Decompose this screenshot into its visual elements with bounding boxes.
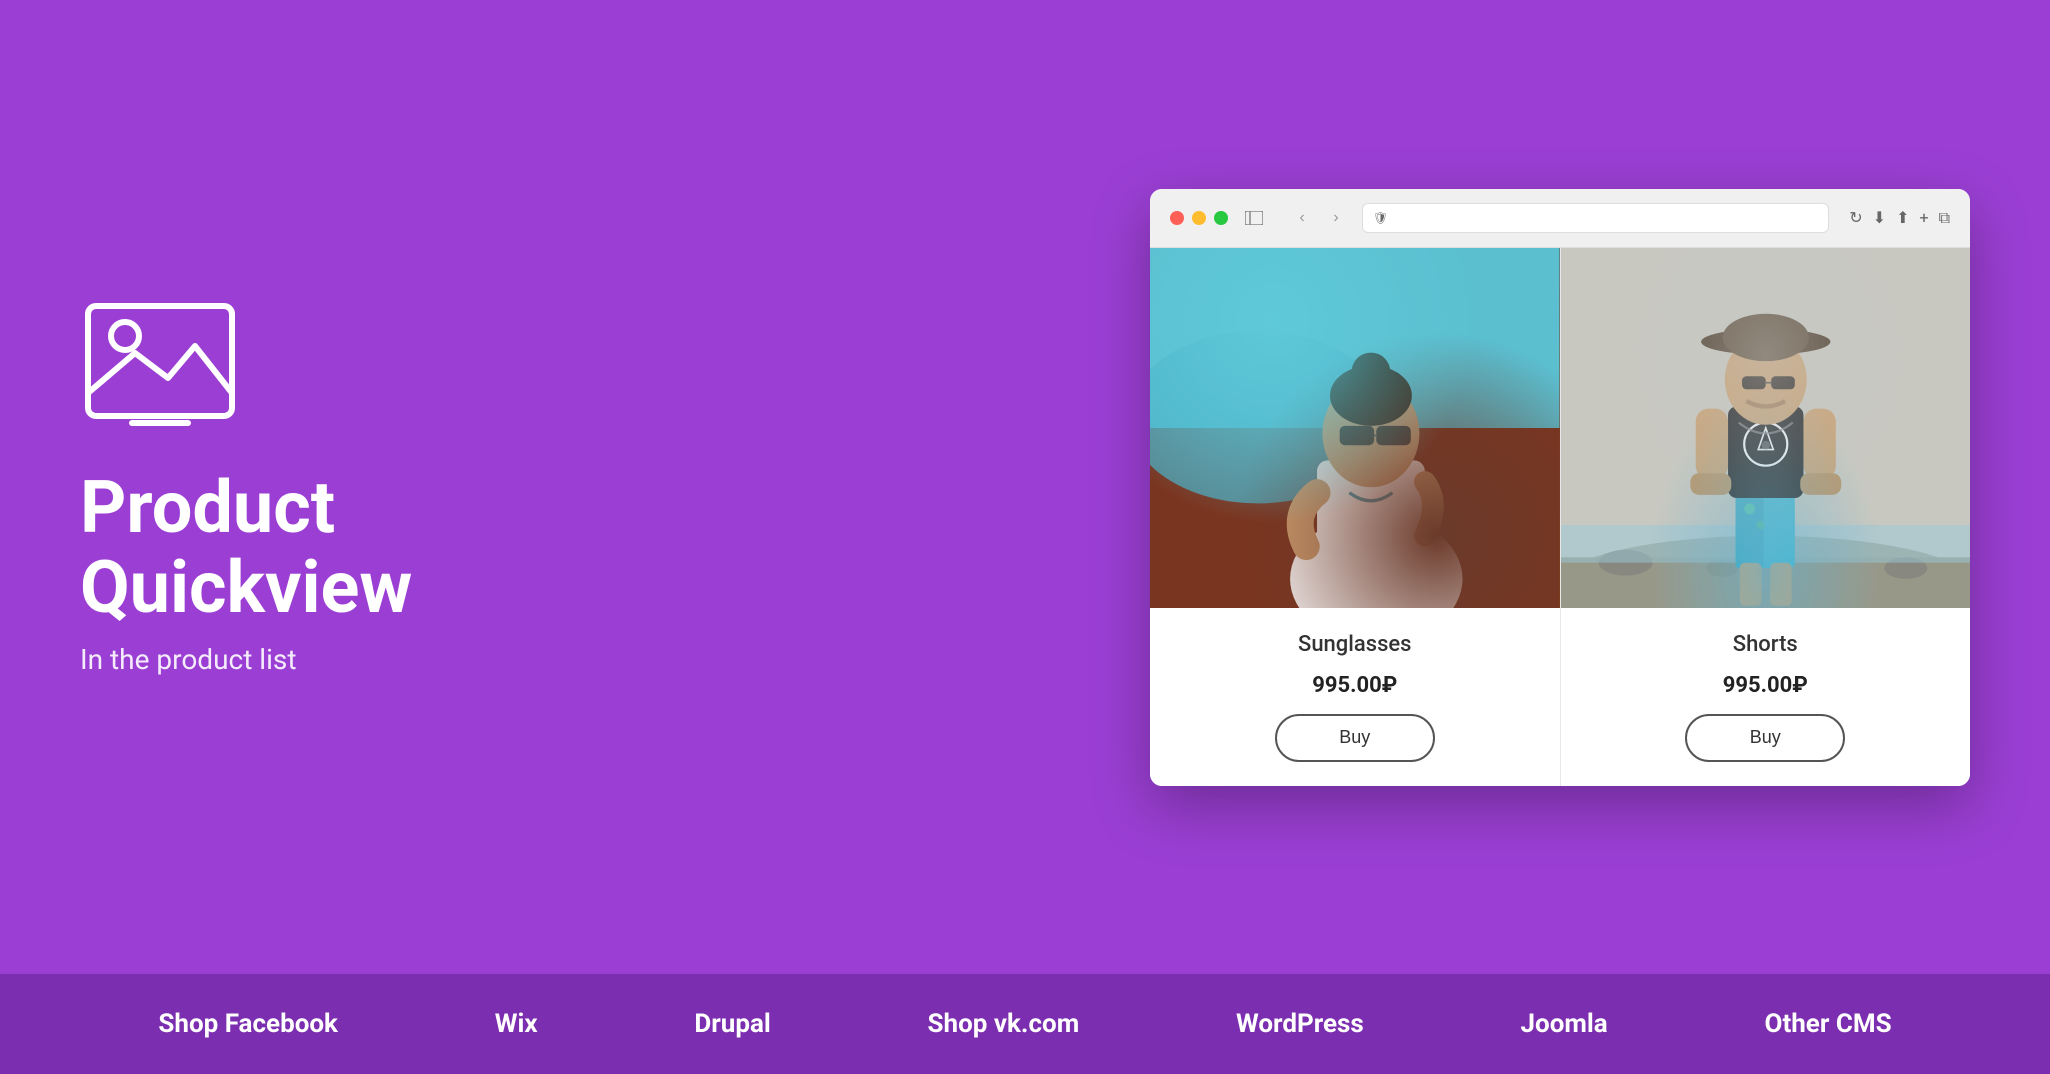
main-content: ProductQuickview In the product list ‹ › [0, 0, 2050, 974]
shield-icon: 🛡 [1373, 211, 1388, 225]
footer-nav-item-drupal[interactable]: Drupal [694, 1009, 770, 1039]
main-title: ProductQuickview [80, 468, 560, 626]
close-button-traffic-light[interactable] [1170, 211, 1184, 225]
maximize-button-traffic-light[interactable] [1214, 211, 1228, 225]
reload-icon[interactable]: ↻ [1849, 208, 1862, 227]
footer-nav-item-other-cms[interactable]: Other CMS [1765, 1009, 1892, 1039]
download-icon[interactable]: ⬇ [1873, 208, 1886, 227]
product-image-shorts [1561, 248, 1971, 608]
browser-toolbar: ‹ › 🛡 ↻ ⬇ ⬆ + ⧉ [1150, 189, 1970, 248]
subtitle: In the product list [80, 643, 560, 676]
footer-nav-item-shop-vkcom[interactable]: Shop vk.com [928, 1009, 1080, 1039]
duplicate-tab-icon[interactable]: ⧉ [1939, 208, 1950, 228]
buy-button-shorts[interactable]: Buy [1685, 714, 1845, 762]
left-panel: ProductQuickview In the product list [80, 298, 560, 675]
title-block: ProductQuickview In the product list [80, 468, 560, 675]
product-card-sunglasses: Sunglasses 995.00₽ Buy [1150, 248, 1561, 786]
share-icon[interactable]: ⬆ [1896, 208, 1909, 227]
traffic-lights [1170, 211, 1228, 225]
product-name-sunglasses: Sunglasses [1298, 632, 1412, 657]
footer-nav-item-shop-facebook[interactable]: Shop Facebook [158, 1009, 338, 1039]
minimize-button-traffic-light[interactable] [1192, 211, 1206, 225]
product-info-sunglasses: Sunglasses 995.00₽ Buy [1150, 608, 1560, 786]
footer-nav-item-wix[interactable]: Wix [495, 1009, 538, 1039]
footer-nav: Shop Facebook Wix Drupal Shop vk.com Wor… [0, 974, 2050, 1074]
browser-window: ‹ › 🛡 ↻ ⬇ ⬆ + ⧉ [1150, 189, 1970, 786]
footer-nav-item-wordpress[interactable]: WordPress [1236, 1009, 1364, 1039]
product-image-sunglasses [1150, 248, 1560, 608]
browser-content: Sunglasses 995.00₽ Buy [1150, 248, 1970, 786]
sidebar-toggle-icon[interactable] [1240, 204, 1268, 232]
nav-forward-button[interactable]: › [1322, 204, 1350, 232]
browser-actions: ↻ ⬇ ⬆ + ⧉ [1849, 208, 1950, 228]
product-name-shorts: Shorts [1733, 632, 1798, 657]
product-price-sunglasses: 995.00₽ [1312, 673, 1397, 698]
nav-back-button[interactable]: ‹ [1288, 204, 1316, 232]
add-tab-icon[interactable]: + [1919, 208, 1928, 227]
footer-nav-item-joomla[interactable]: Joomla [1521, 1009, 1608, 1039]
product-info-shorts: Shorts 995.00₽ Buy [1561, 608, 1971, 786]
product-price-shorts: 995.00₽ [1723, 673, 1808, 698]
product-card-shorts: Shorts 995.00₽ Buy [1561, 248, 1971, 786]
buy-button-sunglasses[interactable]: Buy [1275, 714, 1435, 762]
product-quickview-icon [80, 298, 240, 438]
browser-nav: ‹ › [1288, 204, 1350, 232]
address-bar[interactable]: 🛡 [1362, 203, 1829, 233]
